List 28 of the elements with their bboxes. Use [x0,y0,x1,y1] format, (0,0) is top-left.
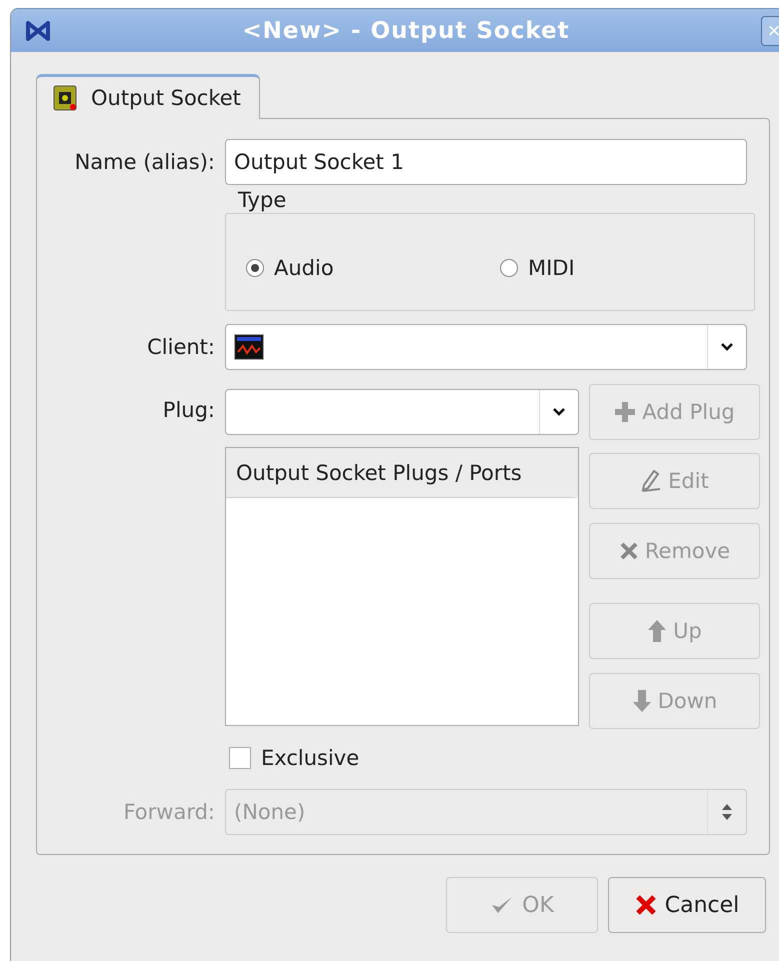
name-field[interactable]: Output Socket 1 [225,139,747,185]
chevron-down-icon [720,342,734,352]
name-label: Name (alias): [74,150,215,174]
x-icon [618,541,639,561]
client-label: Client: [146,335,215,359]
plug-list[interactable]: Output Socket Plugs / Ports [225,447,579,726]
plug-label: Plug: [162,398,215,424]
column-header[interactable]: Output Socket Plugs / Ports [226,448,578,498]
client-dropdown[interactable] [225,324,747,370]
x-icon [634,894,657,916]
down-arrow-icon [632,689,652,713]
group-title: Type [238,188,286,212]
radio-option[interactable]: Audio [246,256,500,280]
up-arrow-icon [647,619,668,643]
logo-icon [25,20,51,42]
window-title: <New> - Output Socket [241,18,571,44]
checkmark-icon [490,895,514,915]
monitor-icon [234,334,264,360]
exclusive-checkbox[interactable]: Exclusive [225,746,747,770]
plus-icon [614,401,636,423]
cancel-button[interactable]: Cancel [608,877,766,933]
radio-option[interactable]: MIDI [500,256,754,280]
tab[interactable]: Output Socket [36,74,260,119]
pencil-icon [640,469,662,493]
socket-icon [53,85,77,111]
forward-label: Forward: [122,800,215,824]
spin-arrows-icon [721,802,733,822]
chevron-down-icon [552,407,566,417]
